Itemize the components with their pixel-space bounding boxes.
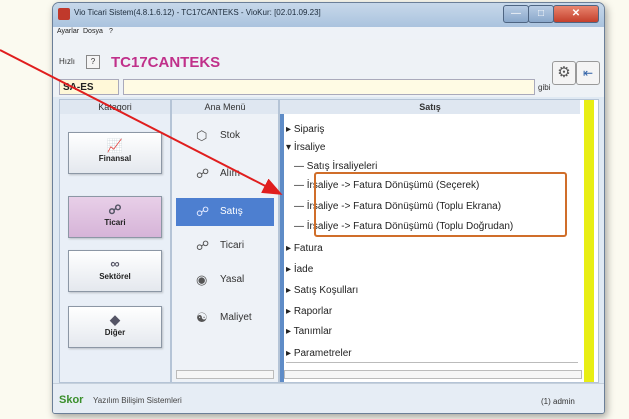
annotation-arrow: [0, 49, 283, 195]
